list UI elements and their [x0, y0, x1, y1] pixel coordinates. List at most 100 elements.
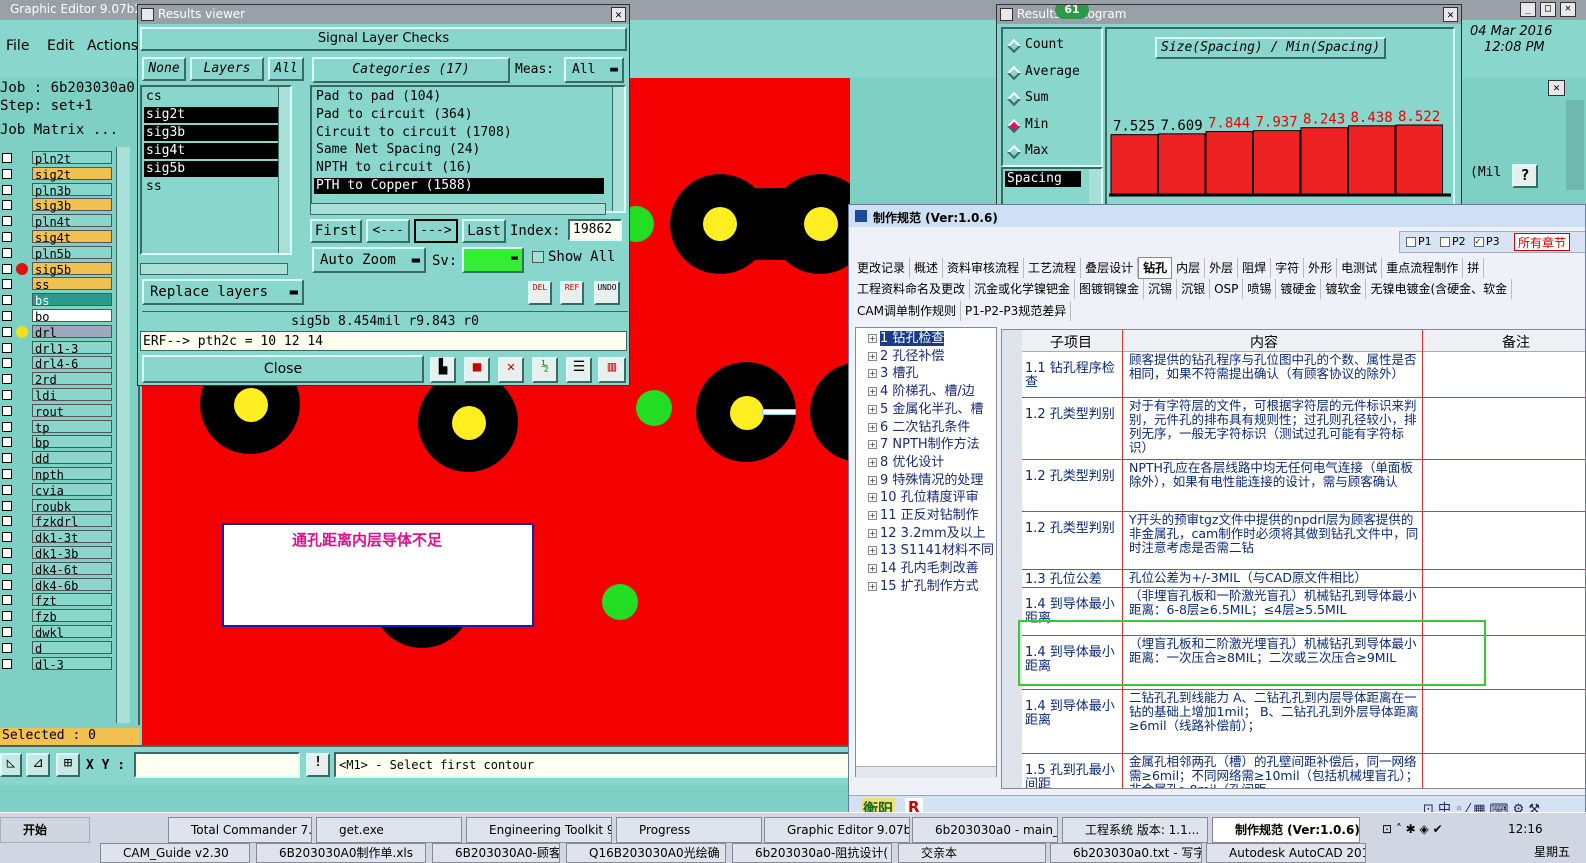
window-menu-icon[interactable]	[141, 8, 154, 21]
spec-tab[interactable]: 更改记录	[853, 258, 911, 278]
layer-checkbox[interactable]	[2, 579, 12, 590]
layer-checkbox[interactable]	[2, 516, 12, 527]
table-row[interactable]: 1.2 孔类型判别 Y开头的预审tgz文件中提供的npdrl层为顾客提供的非金属孔…	[1022, 512, 1585, 570]
layer-row[interactable]: rout	[2, 403, 112, 419]
category-list[interactable]: Pad to pad (104) Pad to circuit (364) Circ…	[310, 85, 626, 213]
layer-row[interactable]: dk1-3t	[2, 530, 112, 545]
via[interactable]	[602, 584, 638, 620]
tree-item[interactable]: +8 优化设计	[868, 454, 994, 472]
expand-icon[interactable]: +	[868, 334, 877, 343]
none-button[interactable]: None	[142, 57, 186, 81]
show-all-checkbox[interactable]	[532, 251, 544, 263]
expand-icon[interactable]: +	[868, 564, 877, 574]
last-button[interactable]: Last	[462, 219, 506, 243]
meas-select[interactable]: All ▬	[564, 57, 624, 83]
layer-checkbox[interactable]	[2, 358, 12, 369]
histogram-bar[interactable]	[1348, 125, 1396, 195]
maximize-icon[interactable]: □	[1540, 2, 1556, 17]
layer-checkbox[interactable]	[2, 484, 12, 495]
tree-item[interactable]: +5 金属化半孔、槽	[868, 401, 994, 419]
layer-row[interactable]: ldi	[2, 388, 112, 403]
result-layer-item[interactable]: sig3b	[144, 125, 280, 141]
window-menu-icon[interactable]	[1000, 8, 1013, 21]
categories-button[interactable]: Categories (17)	[312, 57, 510, 83]
spec-tab[interactable]: 无镍电镀金(含硬金、软金	[1366, 279, 1513, 299]
layer-checkbox[interactable]	[2, 168, 12, 179]
layer-row[interactable]: roubk	[2, 498, 112, 514]
toolbar-icon[interactable]: ▙	[430, 357, 456, 383]
histogram-bar[interactable]	[1110, 134, 1158, 195]
layer-row[interactable]: tp	[2, 419, 112, 435]
delete-icon[interactable]: DEL	[528, 281, 552, 305]
undo-icon[interactable]: UNDO	[594, 281, 620, 305]
expand-icon[interactable]: +	[868, 440, 877, 450]
radio-average-icon[interactable]	[1006, 65, 1022, 80]
grid-icon[interactable]: ⊞	[56, 753, 80, 777]
layer-row[interactable]: dwkl	[2, 625, 112, 640]
p2-checkbox[interactable]	[1440, 237, 1450, 247]
result-layer-item[interactable]: cs	[144, 89, 280, 105]
layer-row[interactable]: drl4-6	[2, 356, 112, 371]
field-item[interactable]: Spacing	[1005, 171, 1081, 187]
layer-checkbox[interactable]	[2, 232, 12, 242]
category-item[interactable]: Circuit to circuit (1708)	[314, 125, 604, 141]
layer-checkbox[interactable]	[2, 311, 12, 321]
task2-photoplot[interactable]: Q16B203030A0光绘确	[566, 843, 726, 863]
p1-checkbox[interactable]	[1406, 237, 1416, 247]
task2-folder[interactable]: 交亲本	[898, 843, 1046, 863]
xy-input[interactable]	[134, 752, 300, 778]
toolbar-icon[interactable]: ✕	[498, 357, 524, 383]
category-item[interactable]: Same Net Spacing (24)	[314, 142, 604, 158]
expand-icon[interactable]: +	[868, 546, 877, 556]
spec-tab[interactable]: 叠层设计	[1081, 258, 1139, 278]
option-average[interactable]: Average	[1025, 64, 1080, 79]
expand-icon[interactable]: +	[868, 369, 877, 379]
task-engineering-toolkit[interactable]: Engineering Toolkit 9.0...	[466, 817, 612, 843]
table-row[interactable]: 1.4 到导体最小距离 二钻孔孔到线能力 A、二钻孔孔到内层导体距离在一钻的基础上…	[1022, 690, 1585, 754]
spec-tab[interactable]: 字符	[1271, 258, 1305, 278]
close-icon[interactable]: ✕	[611, 7, 626, 22]
table-row[interactable]: 1.2 孔类型判别 NPTH孔应在各层线路中均无任何电气连接（单面板除外），如果有…	[1022, 460, 1585, 512]
expand-icon[interactable]: +	[868, 493, 877, 503]
spec-tab[interactable]: 内层	[1172, 258, 1206, 278]
tree-item[interactable]: +13 S1141材料不同	[868, 542, 994, 560]
drill-hole[interactable]	[703, 207, 737, 241]
tree-item[interactable]: +9 特殊情况的处理	[868, 472, 994, 490]
layer-row[interactable]: npth	[2, 467, 112, 482]
task2-xls[interactable]: 6B203030A0制作单.xls	[256, 843, 426, 863]
layer-checkbox[interactable]	[2, 563, 12, 574]
task2-wordpad[interactable]: 6b203030a0.txt - 写字板	[1050, 843, 1202, 863]
layer-checkbox[interactable]	[2, 326, 12, 337]
table-row[interactable]: 1.3 孔位公差 孔位公差为+/-3MIL（与CAD原文件相比）	[1022, 570, 1585, 588]
spec-tab[interactable]: 图镀铜镍金	[1075, 279, 1145, 299]
expand-icon[interactable]: +	[868, 511, 877, 521]
help-button[interactable]: ?	[1512, 164, 1538, 188]
option-sum[interactable]: Sum	[1025, 90, 1048, 105]
task-total-commander[interactable]: Total Commander 7.0 ...	[168, 817, 312, 843]
drill-hole[interactable]	[452, 406, 486, 440]
layer-checkbox[interactable]	[2, 500, 12, 511]
all-button[interactable]: All	[268, 57, 304, 81]
tree-item[interactable]: +6 二次钻孔条件	[868, 419, 994, 437]
tree-hscroll[interactable]	[856, 766, 996, 778]
layer-checkbox[interactable]	[2, 390, 12, 400]
alert-icon[interactable]: !	[306, 753, 330, 777]
task2-cam-guide[interactable]: CAM_Guide v2.30	[100, 843, 250, 863]
layer-row[interactable]: drl1-3	[2, 340, 112, 356]
spec-tab[interactable]: 概述	[910, 258, 944, 278]
spec-tab[interactable]: 工艺流程	[1024, 258, 1082, 278]
category-item[interactable]: Pad to circuit (364)	[314, 107, 604, 123]
tree-item[interactable]: +11 正反对钻制作	[868, 507, 994, 525]
prev-button[interactable]: <---	[366, 219, 410, 243]
task2-autocad[interactable]: Autodesk AutoCAD 201	[1206, 843, 1366, 863]
close-icon[interactable]: ✕	[1443, 7, 1458, 22]
layer-checkbox[interactable]	[2, 374, 12, 385]
layer-row[interactable]: pln4t	[2, 214, 112, 229]
histogram-bar[interactable]	[1253, 130, 1301, 195]
layer-row[interactable]: dl-3	[2, 656, 112, 672]
task-spec[interactable]: 制作规范 (Ver:1.0.6)	[1212, 817, 1360, 843]
layer-results-hscroll[interactable]	[140, 263, 288, 275]
reference-icon[interactable]: REF	[560, 281, 584, 305]
layer-results-scrollbar[interactable]	[278, 87, 290, 253]
spec-tab[interactable]: 重点流程制作	[1382, 258, 1464, 278]
